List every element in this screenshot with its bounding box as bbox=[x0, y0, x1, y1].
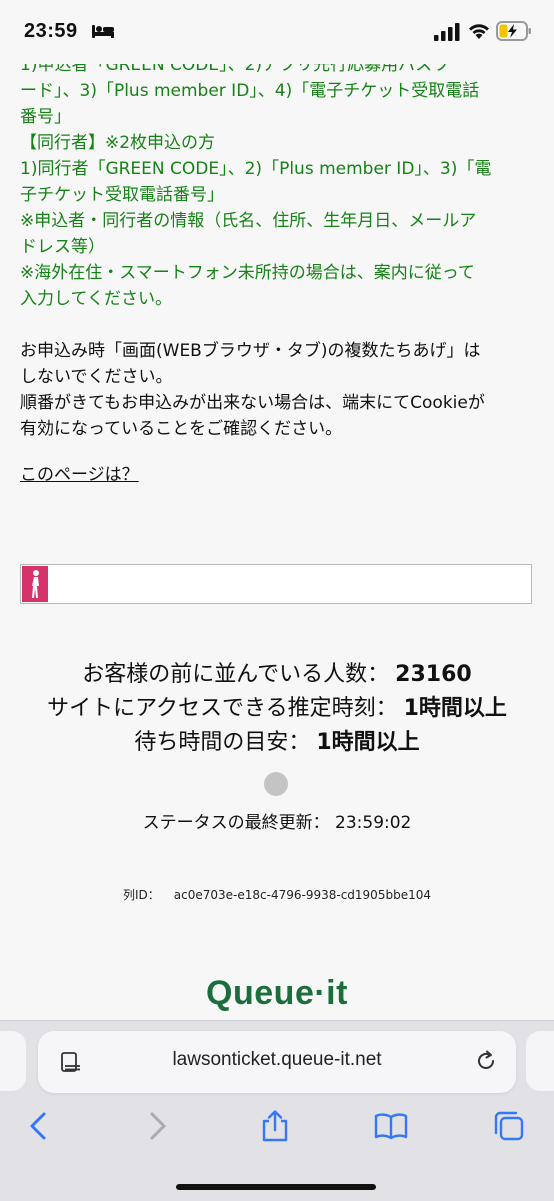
walking-person-icon bbox=[32, 570, 39, 598]
requirements-line: ドレス等） bbox=[20, 237, 105, 257]
notice-line: しないでください。 bbox=[20, 367, 173, 387]
requirements-line: 1)同行者「GREEN CODE」、2)「Plus member ID」、3)「… bbox=[20, 159, 492, 179]
people-ahead-value: 23160 bbox=[395, 662, 472, 687]
requirements-line: 【同行者】※2枚申込の方 bbox=[20, 133, 216, 153]
loading-indicator-icon bbox=[264, 772, 288, 796]
estimated-access-value: 1時間以上 bbox=[403, 696, 507, 721]
last-update-label: ステータスの最終更新： bbox=[142, 813, 330, 833]
last-update-value: 23:59:02 bbox=[335, 813, 412, 833]
requirements-line: 子チケット受取電話番号」 bbox=[20, 185, 224, 205]
requirements-line: 番号」 bbox=[20, 107, 71, 127]
battery-charging-icon bbox=[496, 21, 531, 41]
bookmarks-icon[interactable] bbox=[374, 1109, 408, 1143]
url-text[interactable]: lawsonticket.queue-it.net bbox=[38, 1049, 516, 1071]
requirements-line: ※申込者・同行者の情報（氏名、住所、生年月日、メールア bbox=[20, 211, 477, 231]
application-requirements-text: 1)申込者「GREEN CODE」、2)アプリ先行応募用パスワ ード」、3)「P… bbox=[20, 52, 534, 312]
tabs-icon[interactable] bbox=[492, 1109, 526, 1143]
reload-icon[interactable] bbox=[474, 1049, 498, 1073]
notice-line: 有効になっていることをご確認ください。 bbox=[20, 419, 343, 439]
queue-page-content: 1)申込者「GREEN CODE」、2)アプリ先行応募用パスワ ード」、3)「P… bbox=[20, 52, 534, 488]
previous-tab-preview[interactable] bbox=[0, 1031, 26, 1091]
people-ahead-row: お客様の前に並んでいる人数： 23160 bbox=[0, 658, 554, 692]
last-update: ステータスの最終更新： 23:59:02 bbox=[0, 808, 554, 833]
queue-id-label: 列ID： bbox=[123, 888, 160, 902]
about-page-link[interactable]: このページは？ bbox=[20, 462, 139, 488]
wifi-icon bbox=[469, 24, 489, 39]
requirements-line: ※海外在住・スマートフォン未所持の場合は、案内に従って bbox=[20, 263, 475, 283]
sleep-focus-icon bbox=[92, 25, 114, 38]
forward-icon[interactable] bbox=[140, 1109, 174, 1143]
address-bar[interactable]: lawsonticket.queue-it.net bbox=[38, 1031, 516, 1093]
status-time: 23:59 bbox=[24, 20, 78, 42]
wait-time-value: 1時間以上 bbox=[316, 730, 420, 755]
home-indicator[interactable] bbox=[176, 1184, 376, 1190]
share-icon[interactable] bbox=[258, 1109, 292, 1143]
requirements-line: ード」、3)「Plus member ID」、4)「電子チケット受取電話 bbox=[20, 81, 480, 101]
queue-status: お客様の前に並んでいる人数： 23160 サイトにアクセスできる推定時刻： 1時間以… bbox=[0, 658, 554, 760]
estimated-access-row: サイトにアクセスできる推定時刻： 1時間以上 bbox=[0, 692, 554, 726]
queue-id-value: ac0e703e-e18c-4796-9938-cd1905bbe104 bbox=[173, 888, 431, 902]
next-tab-preview[interactable] bbox=[526, 1031, 554, 1091]
browser-toolbar: lawsonticket.queue-it.net bbox=[0, 1020, 554, 1201]
queue-id: 列ID： ac0e703e-e18c-4796-9938-cd1905bbe104 bbox=[0, 886, 554, 903]
wait-time-label: 待ち時間の目安： bbox=[134, 730, 311, 755]
cellular-signal-icon bbox=[434, 23, 460, 41]
notice-text: お申込み時「画面(WEBブラウザ・タブ)の複数たちあげ」は しないでください。 … bbox=[20, 338, 534, 442]
wait-time-row: 待ち時間の目安： 1時間以上 bbox=[0, 726, 554, 760]
status-bar: 23:59 bbox=[0, 0, 554, 64]
estimated-access-label: サイトにアクセスできる推定時刻： bbox=[47, 696, 398, 721]
people-ahead-label: お客様の前に並んでいる人数： bbox=[82, 662, 390, 687]
notice-line: 順番がきてもお申込みが出来ない場合は、端末にてCookieが bbox=[20, 393, 485, 413]
queue-progress-bar bbox=[20, 564, 532, 604]
back-icon[interactable] bbox=[22, 1109, 56, 1143]
queue-it-logo: Queue·it bbox=[206, 974, 348, 1012]
notice-line: お申込み時「画面(WEBブラウザ・タブ)の複数たちあげ」は bbox=[20, 341, 481, 361]
requirements-line: 入力してください。 bbox=[20, 289, 172, 309]
